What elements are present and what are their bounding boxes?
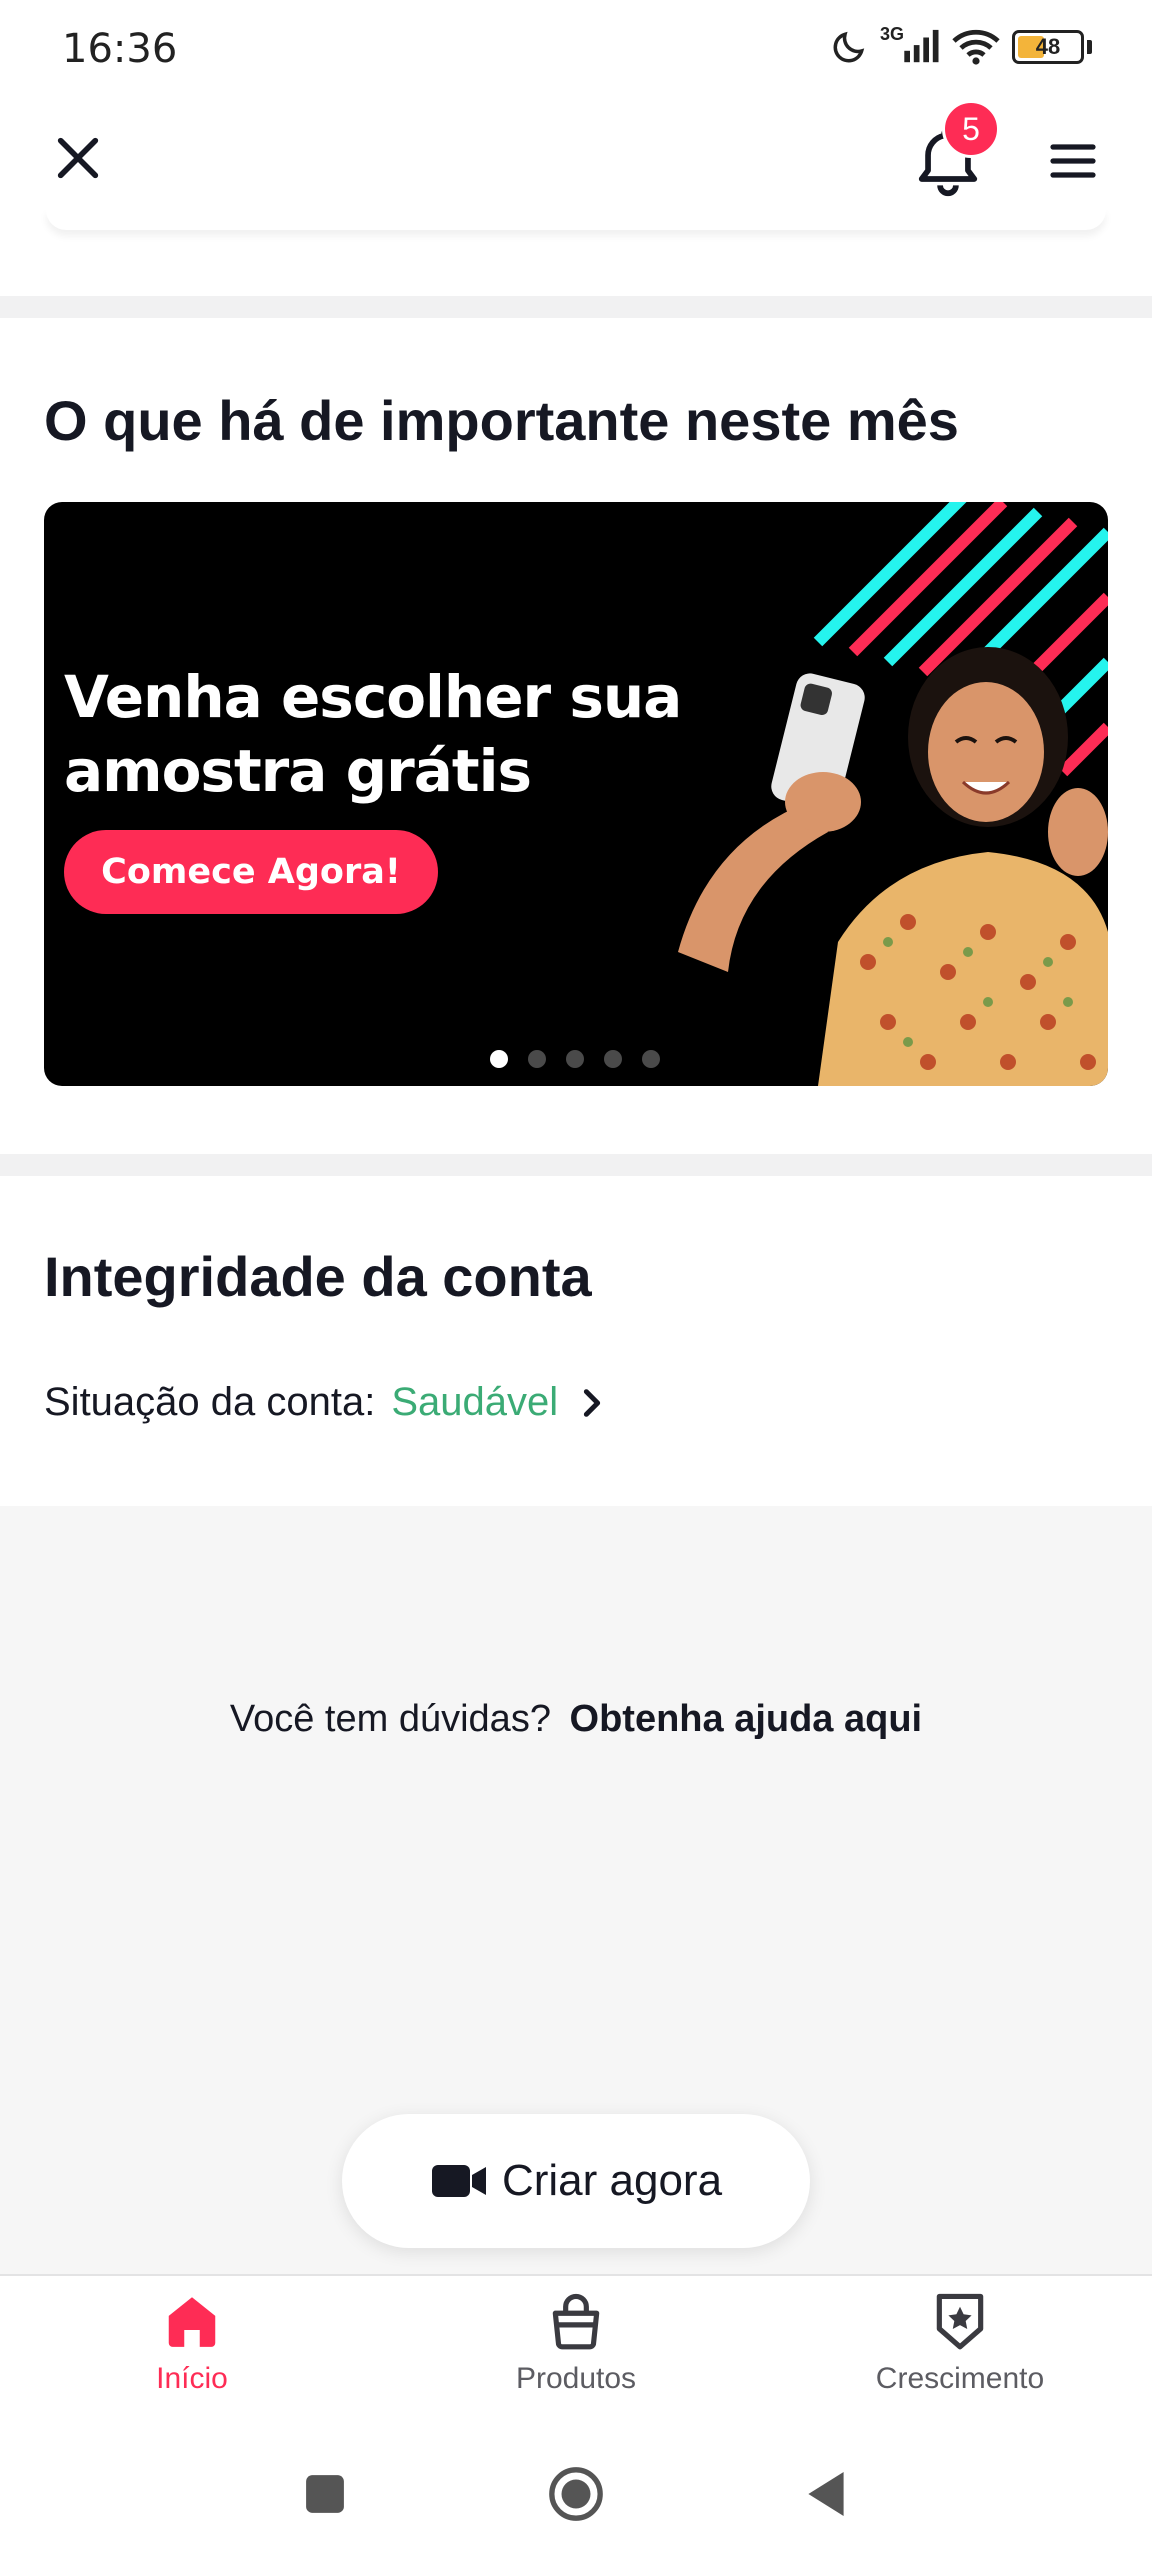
battery-icon: 48 xyxy=(1012,30,1084,64)
square-icon xyxy=(306,2475,344,2513)
status-icons: 3G 48 xyxy=(830,24,1092,66)
banner-cta-button[interactable]: Comece Agora! xyxy=(64,830,438,914)
promo-banner[interactable]: Venha escolher sua amostra grátis Comece… xyxy=(44,502,1108,1086)
home-system-button[interactable] xyxy=(546,2464,606,2524)
account-status-label: Situação da conta: xyxy=(44,1380,376,1424)
status-time: 16:36 xyxy=(62,26,178,72)
nav-item-crescimento[interactable]: Crescimento xyxy=(810,2290,1110,2396)
nav-item-produtos[interactable]: Produtos xyxy=(426,2290,726,2396)
menu-button[interactable] xyxy=(1044,132,1102,190)
battery-level: 48 xyxy=(1035,34,1061,59)
status-bar: 16:36 3G 48 xyxy=(0,0,1152,100)
banner-headline: Venha escolher sua amostra grátis xyxy=(64,663,682,805)
video-camera-icon xyxy=(431,2165,486,2197)
section-divider xyxy=(0,1154,1152,1176)
help-row: Você tem dúvidas? Obtenha ajuda aqui xyxy=(0,1698,1152,1741)
create-now-label: Criar agora xyxy=(501,2156,723,2205)
create-now-button[interactable]: Criar agora xyxy=(342,2114,810,2248)
home-icon xyxy=(168,2297,216,2347)
carousel-dots xyxy=(490,1050,660,1068)
close-button[interactable] xyxy=(44,124,112,192)
shopping-bag-icon xyxy=(552,2293,600,2350)
help-question: Você tem dúvidas? xyxy=(229,1698,551,1740)
chevron-right-icon xyxy=(580,1386,604,1420)
carousel-dot[interactable] xyxy=(642,1050,660,1068)
network-type: 3G xyxy=(880,24,905,44)
recent-apps-button[interactable] xyxy=(295,2464,355,2524)
battery-tip xyxy=(1087,40,1092,54)
integrity-title: Integridade da conta xyxy=(44,1245,592,1308)
circle-icon xyxy=(549,2467,603,2521)
nav-item-inicio[interactable]: Início xyxy=(42,2290,342,2396)
nav-label-crescimento: Crescimento xyxy=(875,2362,1045,2395)
back-button[interactable] xyxy=(796,2464,856,2524)
carousel-dot[interactable] xyxy=(528,1050,546,1068)
bottom-nav: Início Produtos Crescimento xyxy=(0,2274,1152,2424)
moon-icon xyxy=(830,28,868,66)
star-badge-icon xyxy=(936,2293,984,2350)
previous-card-edge xyxy=(46,208,1106,230)
top-nav: 5 xyxy=(0,100,1152,220)
carousel-dot[interactable] xyxy=(566,1050,584,1068)
help-link[interactable]: Obtenha ajuda aqui xyxy=(570,1698,923,1740)
system-nav-bar xyxy=(0,2424,1152,2560)
nav-label-produtos: Produtos xyxy=(515,2362,637,2395)
signal-icon: 3G xyxy=(880,24,940,66)
wifi-icon xyxy=(952,28,1000,66)
carousel-dot[interactable] xyxy=(604,1050,622,1068)
notification-badge: 5 xyxy=(942,100,1000,158)
carousel-dot[interactable] xyxy=(490,1050,508,1068)
highlights-title: O que há de importante neste mês xyxy=(44,389,959,452)
account-status-value: Saudável xyxy=(391,1380,559,1424)
menu-icon xyxy=(1050,144,1096,178)
close-icon xyxy=(57,137,99,179)
account-status-row[interactable]: Situação da conta: Saudável xyxy=(44,1380,604,1425)
nav-label-inicio: Início xyxy=(156,2362,228,2395)
banner-photo xyxy=(678,502,1108,1086)
triangle-back-icon xyxy=(808,2472,844,2516)
section-divider xyxy=(0,296,1152,318)
